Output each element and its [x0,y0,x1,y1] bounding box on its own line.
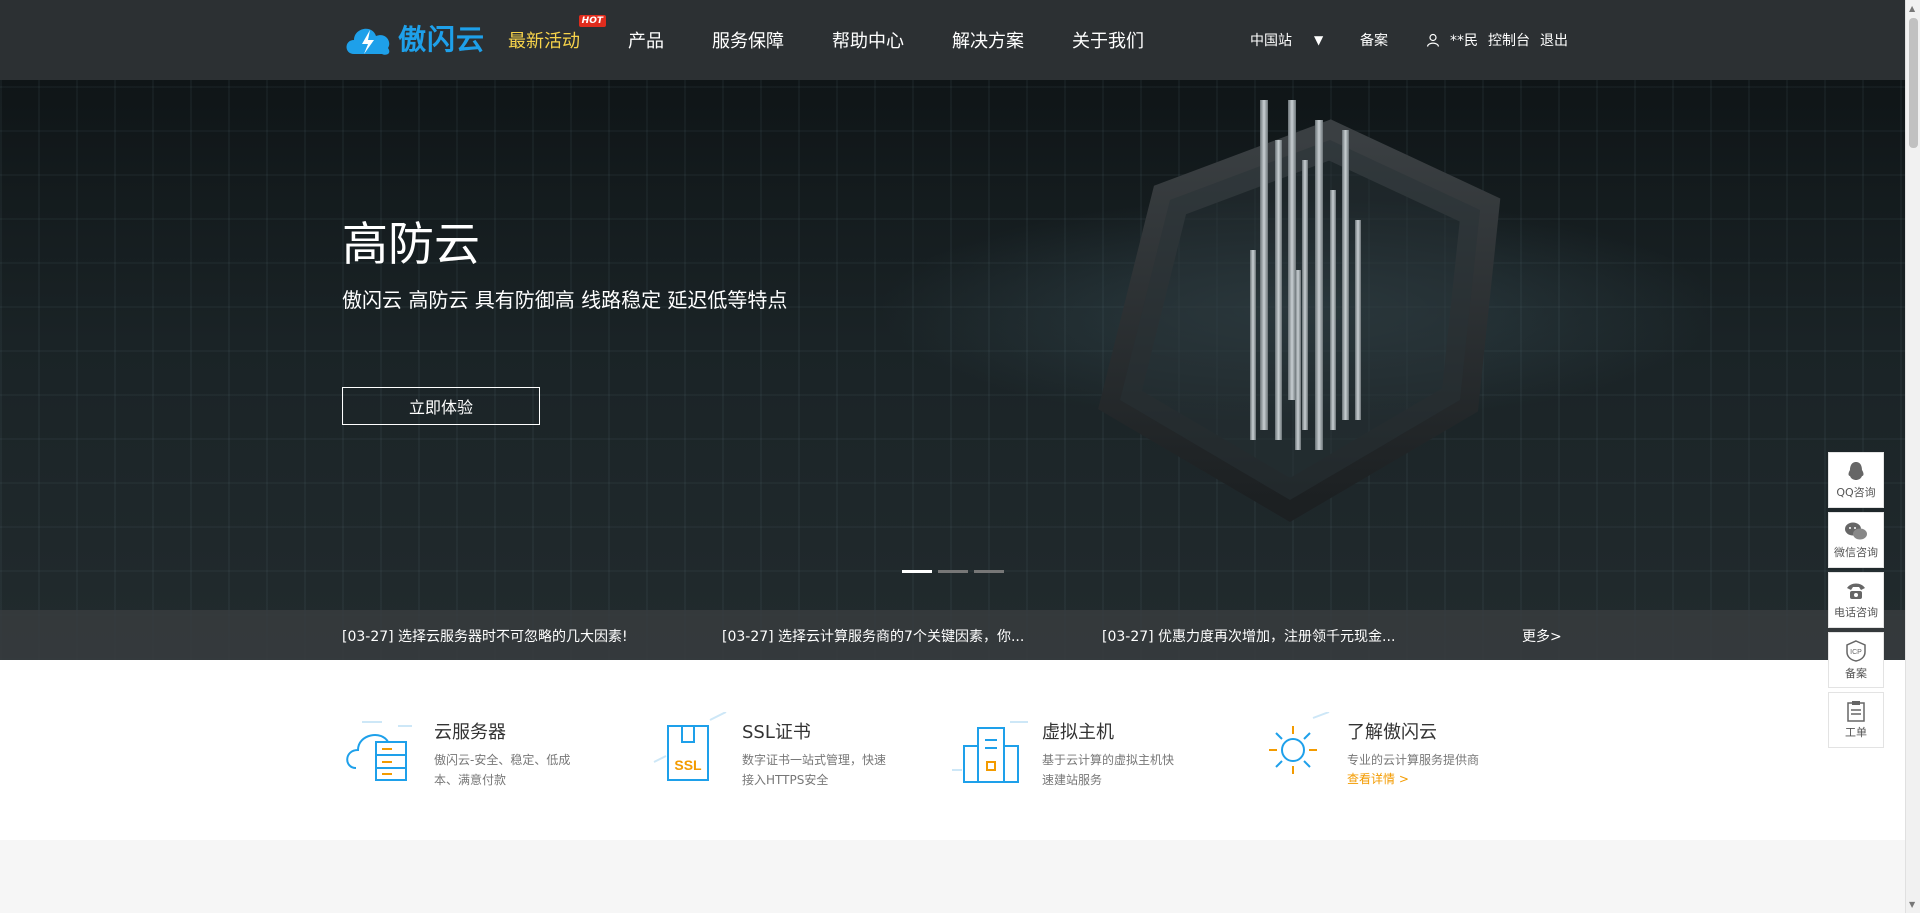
virtual-host-icon [952,721,1028,783]
feature-desc: 专业的云计算服务提供商 [1347,753,1480,767]
feature-cloud-server[interactable]: 云服务器 傲闪云-安全、稳定、低成本、满意付款 [342,712,574,790]
sun-icon [1269,712,1330,774]
view-details-link[interactable]: 查看详情 > [1347,770,1507,787]
feature-title: 虚拟主机 [1042,722,1114,743]
icp-icon: ICP [1846,640,1866,662]
feature-desc: 数字证书一站式管理，快速接入HTTPS安全 [742,753,887,787]
logo[interactable]: 傲闪云 [342,18,485,58]
float-label: 备案 [1845,667,1867,680]
user-area: **民 控制台 退出 [1426,30,1568,50]
feature-ssl[interactable]: SSL SSL证书 数字证书一站式管理，快速接入HTTPS安全 [650,712,892,790]
qq-icon [1848,462,1864,480]
page-scrollbar[interactable]: ▲ ▼ [1905,0,1920,913]
wechat-consult-button[interactable]: 微信咨询 [1828,512,1884,568]
nav-help-center[interactable]: 帮助中心 [832,27,904,53]
phone-icon [1847,583,1865,599]
float-label: 微信咨询 [1834,546,1878,559]
ssl-icon: SSL [653,712,727,781]
hero-banner: 高防云 傲闪云 高防云 具有防御高 线路稳定 延迟低等特点 立即体验 [03-2… [0,80,1905,660]
icp-beian-button[interactable]: ICP 备案 [1828,632,1884,688]
scroll-thumb[interactable] [1909,18,1918,148]
logo-cloud-icon [346,28,390,55]
news-bar: [03-27] 选择云服务器时不可忽略的几大因素! [03-27] 选择云计算服… [0,610,1905,660]
float-label: QQ咨询 [1836,486,1876,499]
floating-contact-bar: QQ咨询 微信咨询 电话咨询 ICP 备案 工单 [1828,452,1884,752]
svg-text:SSL: SSL [674,757,702,773]
wechat-icon [1845,522,1867,540]
phone-consult-button[interactable]: 电话咨询 [1828,572,1884,628]
logout-link[interactable]: 退出 [1540,30,1568,50]
logo-text: 傲闪云 [398,23,486,56]
banner-hexagon-art [1098,100,1501,523]
carousel-dot-3[interactable] [974,570,1004,573]
news-item-1[interactable]: [03-27] 选择云服务器时不可忽略的几大因素! [342,626,628,646]
nav-latest-activities[interactable]: 最新活动 HOT [508,15,606,53]
nav-label: 最新活动 [508,31,580,52]
feature-desc: 基于云计算的虚拟主机快速建站服务 [1042,753,1175,787]
beian-link[interactable]: 备案 [1360,30,1388,50]
nav-about-us[interactable]: 关于我们 [1072,27,1144,53]
news-item-2[interactable]: [03-27] 选择云计算服务商的7个关键因素，你... [722,626,1024,646]
region-select[interactable]: 中国站 ▼ [1250,30,1323,50]
nav-products[interactable]: 产品 [628,27,664,53]
main-nav: 最新活动 HOT 产品 服务保障 帮助中心 解决方案 关于我们 [508,0,1192,80]
qq-consult-button[interactable]: QQ咨询 [1828,452,1884,508]
cloud-server-icon [346,721,412,781]
feature-title: SSL证书 [742,722,811,743]
banner-title: 高防云 [342,217,480,271]
news-more-link[interactable]: 更多> [1522,626,1562,646]
carousel-dot-2[interactable] [938,570,968,573]
banner-subtitle: 傲闪云 高防云 具有防御高 线路稳定 延迟低等特点 [342,288,788,312]
svg-text:ICP: ICP [1850,649,1862,656]
float-label: 工单 [1845,726,1867,739]
hot-badge: HOT [578,15,606,27]
news-item-3[interactable]: [03-27] 优惠力度再次增加，注册领千元现金... [1102,626,1395,646]
carousel-dots [902,570,1004,573]
scroll-up-arrow-icon[interactable]: ▲ [1909,4,1915,13]
region-label: 中国站 [1250,33,1292,49]
try-now-button[interactable]: 立即体验 [342,387,540,425]
feature-virtual-host[interactable]: 虚拟主机 基于云计算的虚拟主机快速建站服务 [950,712,1182,790]
ticket-icon [1847,701,1865,722]
feature-desc: 傲闪云-安全、稳定、低成本、满意付款 [434,753,571,787]
user-name[interactable]: **民 [1450,30,1478,50]
console-link[interactable]: 控制台 [1488,30,1530,50]
user-icon [1426,33,1440,47]
nav-solutions[interactable]: 解决方案 [952,27,1024,53]
feature-title: 云服务器 [434,722,506,743]
scroll-down-arrow-icon[interactable]: ▼ [1909,900,1915,909]
ticket-button[interactable]: 工单 [1828,692,1884,748]
float-label: 电话咨询 [1834,606,1878,619]
carousel-dot-1[interactable] [902,570,932,573]
features-section: 云服务器 傲闪云-安全、稳定、低成本、满意付款 SSL SSL证书 数字证书一站… [0,660,1905,840]
feature-about[interactable]: 了解傲闪云 专业的云计算服务提供商 查看详情 > [1255,712,1507,788]
feature-title: 了解傲闪云 [1347,722,1437,743]
chevron-down-icon: ▼ [1314,33,1324,47]
nav-service-guarantee[interactable]: 服务保障 [712,27,784,53]
top-header: 傲闪云 最新活动 HOT 产品 服务保障 帮助中心 解决方案 关于我们 中国站 … [0,0,1905,80]
